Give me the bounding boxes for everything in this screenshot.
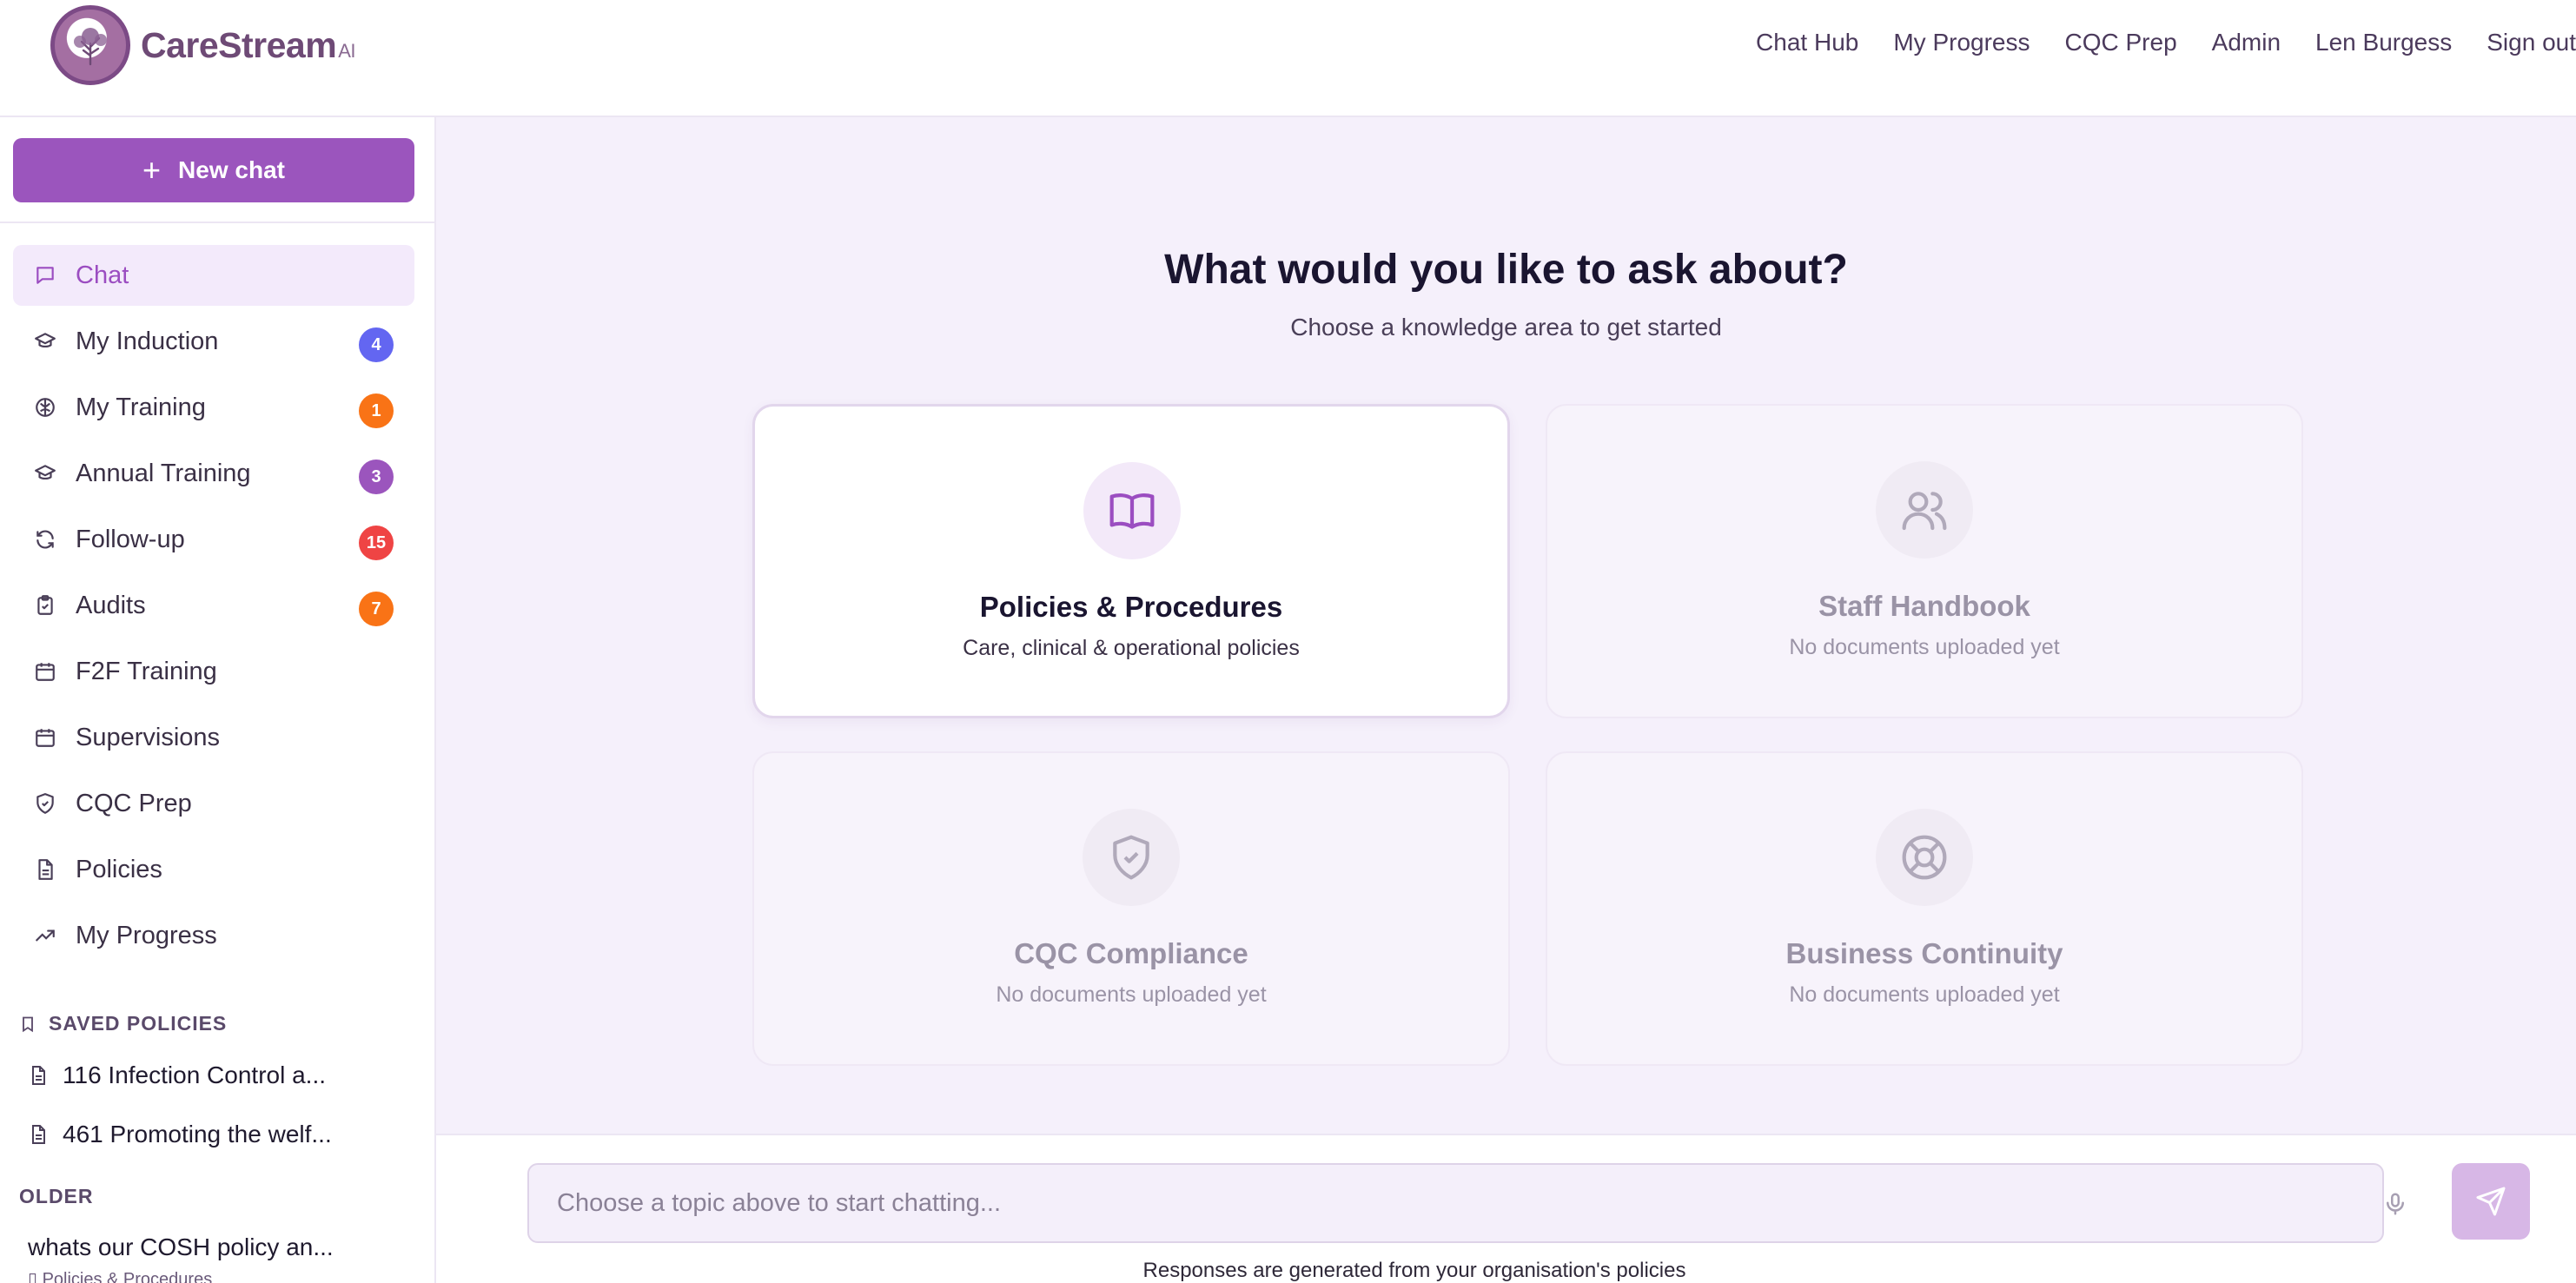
- topic-card-title: Policies & Procedures: [979, 591, 1283, 623]
- sidebar-item-my-training[interactable]: My Training 1: [13, 377, 414, 438]
- sidebar-item-my-progress[interactable]: My Progress: [13, 905, 414, 966]
- sidebar-item-label: My Progress: [76, 921, 217, 949]
- saved-policy-title: 116 Infection Control a...: [63, 1061, 326, 1088]
- topic-card-cqc-compliance: CQC Compliance No documents uploaded yet: [752, 751, 1510, 1066]
- document-icon: [32, 1066, 45, 1085]
- sidebar-item-f2f-training[interactable]: F2F Training: [13, 641, 414, 702]
- count-badge: 15: [359, 526, 394, 560]
- sidebar-item-annual-training[interactable]: Annual Training 3: [13, 443, 414, 504]
- new-chat-button[interactable]: + New chat: [13, 138, 414, 202]
- shield-check-icon: [32, 790, 58, 817]
- send-button[interactable]: [2452, 1163, 2530, 1240]
- microphone-icon[interactable]: [2382, 1191, 2408, 1217]
- sidebar-item-supervisions[interactable]: Supervisions: [13, 707, 414, 768]
- plus-icon: +: [142, 152, 162, 188]
- book-icon: ▯: [28, 1270, 43, 1283]
- count-badge: 1: [359, 393, 394, 428]
- topic-card-policies[interactable]: Policies & Procedures Care, clinical & o…: [752, 404, 1510, 718]
- older-heading: OLDER: [19, 1185, 94, 1208]
- chat-history-item[interactable]: whats our COSH policy an...: [28, 1233, 334, 1261]
- brand-name: CareStreamAI: [141, 24, 355, 65]
- topic-card-description: Care, clinical & operational policies: [963, 636, 1300, 660]
- bookmark-icon: [23, 1016, 33, 1032]
- saved-policies-heading: SAVED POLICIES: [19, 1012, 227, 1035]
- user-name-link[interactable]: Len Burgess: [2315, 29, 2452, 56]
- saved-policy-item[interactable]: 461 Promoting the welf...: [28, 1121, 332, 1148]
- topic-card-description: No documents uploaded yet: [1789, 635, 2060, 659]
- sidebar-item-chat[interactable]: Chat: [13, 245, 414, 306]
- saved-policy-item[interactable]: 116 Infection Control a...: [28, 1061, 326, 1089]
- sidebar-item-label: Chat: [76, 261, 129, 289]
- graduation-cap-icon: [32, 328, 58, 354]
- older-label: OLDER: [19, 1185, 94, 1207]
- sidebar-item-label: Annual Training: [76, 459, 251, 487]
- topic-card-title: Staff Handbook: [1818, 590, 2030, 622]
- sidebar-item-label: Supervisions: [76, 723, 221, 751]
- page-subtitle: Choose a knowledge area to get started: [1290, 314, 1722, 341]
- sidebar: + New chat Chat My Induction 4 My Traini…: [0, 117, 436, 1283]
- topic-card-description: No documents uploaded yet: [1789, 982, 2060, 1007]
- sidebar-item-label: My Induction: [76, 327, 219, 355]
- topic-card-business-continuity: Business Continuity No documents uploade…: [1546, 751, 2303, 1066]
- disclaimer-text: Responses are generated from your organi…: [1142, 1259, 1686, 1282]
- topic-card-staff-handbook: Staff Handbook No documents uploaded yet: [1546, 404, 2303, 718]
- sidebar-item-label: Follow-up: [76, 525, 185, 553]
- sign-out-link[interactable]: Sign out: [2487, 29, 2576, 56]
- users-icon: [1876, 461, 1973, 559]
- document-icon: [32, 856, 58, 883]
- clipboard-check-icon: [32, 592, 58, 618]
- sidebar-divider: [0, 222, 436, 223]
- new-chat-label: New chat: [178, 156, 285, 183]
- top-bar: CareStreamAI Chat Hub My Progress CQC Pr…: [0, 0, 2576, 117]
- sidebar-nav: Chat My Induction 4 My Training 1 Annual…: [13, 245, 414, 971]
- sidebar-item-cqc-prep[interactable]: CQC Prep: [13, 773, 414, 834]
- sidebar-item-follow-up[interactable]: Follow-up 15: [13, 509, 414, 570]
- page-title: What would you like to ask about?: [1164, 247, 1848, 293]
- shield-check-icon: [1083, 809, 1180, 906]
- topic-card-title: Business Continuity: [1785, 937, 2063, 969]
- sidebar-item-label: F2F Training: [76, 657, 217, 685]
- nav-admin[interactable]: Admin: [2212, 29, 2281, 56]
- sidebar-item-label: CQC Prep: [76, 789, 192, 817]
- brand-logo[interactable]: CareStreamAI: [50, 5, 355, 85]
- sidebar-item-label: My Training: [76, 393, 206, 421]
- topic-card-description: No documents uploaded yet: [996, 982, 1267, 1007]
- nav-chat-hub[interactable]: Chat Hub: [1756, 29, 1858, 56]
- saved-policies-label: SAVED POLICIES: [49, 1012, 228, 1035]
- graduation-cap-icon: [32, 460, 58, 486]
- document-icon: [32, 1125, 45, 1144]
- refresh-icon: [32, 526, 58, 552]
- count-badge: 4: [359, 327, 394, 362]
- open-book-icon: [1083, 462, 1181, 559]
- count-badge: 7: [359, 592, 394, 626]
- saved-policy-title: 461 Promoting the welf...: [63, 1121, 332, 1147]
- topic-card-title: CQC Compliance: [1014, 937, 1248, 969]
- count-badge: 3: [359, 460, 394, 494]
- chat-history-category: Policies & Procedures: [42, 1270, 213, 1283]
- sidebar-item-policies[interactable]: Policies: [13, 839, 414, 900]
- sidebar-item-label: Audits: [76, 591, 146, 619]
- sidebar-item-label: Policies: [76, 855, 162, 883]
- calendar-icon: [32, 724, 58, 751]
- chat-composer: Responses are generated from your organi…: [436, 1134, 2576, 1283]
- main-content: What would you like to ask about? Choose…: [436, 117, 2576, 1283]
- brain-icon: [32, 394, 58, 420]
- chat-input[interactable]: [527, 1163, 2384, 1243]
- chat-history-subtitle: ▯ Policies & Procedures: [28, 1268, 212, 1283]
- chat-history-title: whats our COSH policy an...: [28, 1233, 334, 1260]
- life-buoy-icon: [1876, 809, 1973, 906]
- sidebar-item-my-induction[interactable]: My Induction 4: [13, 311, 414, 372]
- calendar-icon: [32, 658, 58, 684]
- tree-logo-icon: [50, 5, 130, 85]
- nav-cqc-prep[interactable]: CQC Prep: [2065, 29, 2177, 56]
- nav-my-progress[interactable]: My Progress: [1893, 29, 2030, 56]
- send-icon: [2476, 1187, 2506, 1216]
- chat-bubble-icon: [32, 262, 58, 288]
- sidebar-item-audits[interactable]: Audits 7: [13, 575, 414, 636]
- trending-up-icon: [32, 923, 58, 949]
- top-navigation: Chat Hub My Progress CQC Prep Admin Len …: [1721, 29, 2576, 56]
